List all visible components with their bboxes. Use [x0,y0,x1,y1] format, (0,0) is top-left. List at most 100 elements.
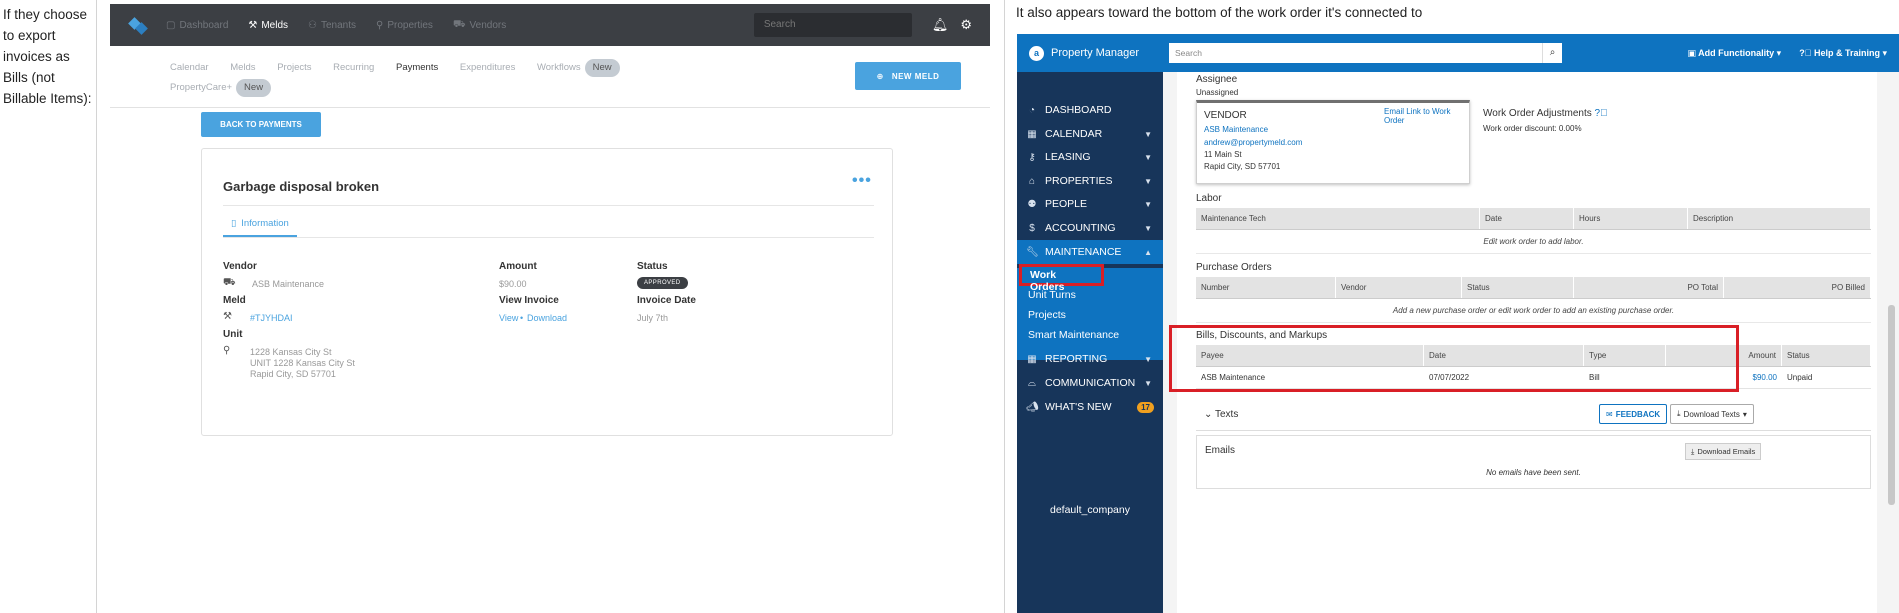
chevron-down-icon: ▼ [1144,152,1152,162]
vendor-name-link[interactable]: ASB Maintenance [1204,125,1268,134]
pm-search-input[interactable]: Search ⌕ [1169,43,1562,63]
po-heading: Purchase Orders [1196,262,1272,273]
vendor-email-link[interactable]: andrew@propertymeld.com [1204,138,1302,147]
info-icon[interactable]: ?⃝ [1595,108,1608,119]
person-icon: ⚇ [308,19,317,31]
gear-icon[interactable]: ⚙ [960,17,972,33]
pm-tools: ▣ Add Functionality ▾ ?⃝ Help & Training… [1687,48,1899,59]
highlight-annotation-box [1169,325,1739,392]
column-header: Status [1462,277,1574,298]
nav-dashboard[interactable]: ▢ Dashboard [166,19,228,32]
subnav-melds[interactable]: Melds [230,58,255,78]
nav-tenants[interactable]: ⚇ Tenants [308,19,356,32]
sidebar-people[interactable]: ⚉ PEOPLE ▼ [1017,192,1163,216]
sidebar-communication[interactable]: ⌓ COMMUNICATION ▼ [1017,371,1163,395]
back-to-payments-button[interactable]: BACK TO PAYMENTS [201,112,321,137]
amount-value: $90.00 [499,279,527,289]
subnav-recurring[interactable]: Recurring [333,58,374,78]
add-functionality-menu[interactable]: ▣ Add Functionality ▾ [1687,48,1781,59]
view-invoice-link[interactable]: View [499,312,518,324]
sidebar-maintenance[interactable]: 🔧︎ MAINTENANCE ▲ [1017,240,1163,264]
emails-empty-message: No emails have been sent. [1486,468,1581,477]
amount-label: Amount [499,261,537,272]
view-invoice-label: View Invoice [499,295,559,306]
sidebar-sub-projects[interactable]: Projects [1028,309,1066,321]
column-header: Hours [1574,208,1688,229]
pm-screenshot: a Property Manager Search ⌕ ▣ Add Function… [1017,34,1899,613]
feedback-button[interactable]: ✉ FEEDBACK [1599,404,1668,424]
appfolio-logo-icon: a [1029,45,1044,61]
po-empty-message: Add a new purchase order or edit work or… [1196,299,1871,323]
meld-sub-header: Calendar Melds Projects Recurring Paymen… [110,46,990,108]
tab-information[interactable]: ▯ Information [223,211,297,237]
pm-brand[interactable]: a Property Manager [1017,45,1163,61]
instruction-text: If they choose to export invoices as Bil… [3,7,92,106]
sidebar-sub-work-orders[interactable]: Work Orders [1019,264,1104,293]
help-training-menu[interactable]: ?⃝ Help & Training ▾ [1799,48,1887,59]
divider [223,205,874,206]
vendor-label: Vendor [223,261,257,272]
calendar-icon: ▦ [1027,128,1037,140]
emails-section: Emails ⤓ Download Emails No emails have b… [1196,435,1871,489]
sidebar-dashboard[interactable]: ◔ DASHBOARD [1017,98,1163,122]
more-options-icon[interactable]: ••• [852,172,872,190]
subnav-workflows[interactable]: Workflows [537,58,581,78]
company-name: default_company [1050,504,1130,516]
tools-icon: ⚒ [248,19,258,31]
scrollbar-thumb[interactable] [1888,305,1895,505]
invoice-card: Garbage disposal broken ••• ▯ Information… [201,148,893,436]
pin-icon: ⚲ [376,19,384,31]
subnav-propertycare[interactable]: PropertyCare+ [170,78,232,98]
meld-search-input[interactable]: Search [753,13,912,37]
sidebar-calendar[interactable]: ▦ CALENDAR ▼ [1017,122,1163,146]
chevron-down-icon: ⌄ [1204,409,1213,420]
scrollbar[interactable] [1887,74,1895,609]
download-invoice-link[interactable]: Download [527,312,567,324]
subnav-calendar[interactable]: Calendar [170,58,209,78]
column-header: Number [1196,277,1336,298]
chevron-up-icon: ▲ [1144,247,1152,257]
clipboard-icon: ▯ [231,217,237,229]
pm-sidebar: ◔ DASHBOARD ▦ CALENDAR ▼ ⚷ LEASING ▼ ⌂ PROPERT… [1017,72,1163,613]
column-divider [96,0,97,613]
vendor-address-1: 11 Main St [1204,150,1242,159]
sidebar-leasing[interactable]: ⚷ LEASING ▼ [1017,145,1163,169]
texts-toggle[interactable]: ⌄ Texts [1204,409,1238,420]
invoice-date-label: Invoice Date [637,295,696,306]
sidebar-whats-new[interactable]: 📣︎ WHAT'S NEW 17 [1017,395,1163,419]
email-link-work-order[interactable]: Email Link to Work Order [1384,107,1469,125]
search-icon[interactable]: ⌕ [1542,43,1562,63]
chevron-down-icon: ▼ [1144,129,1152,139]
table-header: Number Vendor Status PO Total PO Billed [1196,277,1871,299]
nav-vendors[interactable]: ⛟ Vendors [453,19,506,32]
sidebar-accounting[interactable]: $ ACCOUNTING ▼ [1017,216,1163,240]
pm-main: Assignee Unassigned VENDOR Email Link to… [1163,72,1899,613]
meld-link[interactable]: #TJYHDAI [250,312,293,324]
meld-logo[interactable] [128,15,148,35]
subnav-expenditures[interactable]: Expenditures [460,58,515,78]
bell-icon[interactable]: 🔔︎ [932,17,949,33]
sidebar-sub-unit-turns[interactable]: Unit Turns [1028,289,1076,301]
new-meld-button[interactable]: ⊕ NEW MELD [855,62,961,90]
chevron-down-icon: ▼ [1144,199,1152,209]
chevron-down-icon: ▼ [1144,354,1152,364]
download-emails-button[interactable]: ⤓ Download Emails [1685,443,1762,460]
subnav-projects[interactable]: Projects [277,58,311,78]
chevron-down-icon: ▼ [1144,176,1152,186]
store-icon: ▣ [1687,47,1696,58]
status-badge: APPROVED [637,277,688,289]
column-header: Maintenance Tech [1196,208,1480,229]
vendor-value: ASB Maintenance [252,279,325,289]
sidebar-properties[interactable]: ⌂ PROPERTIES ▼ [1017,169,1163,193]
download-texts-button[interactable]: ⤓ Download Texts ▾ [1670,404,1754,424]
nav-properties[interactable]: ⚲ Properties [376,19,433,32]
sidebar-sub-smart-maintenance[interactable]: Smart Maintenance [1028,329,1119,341]
vendor-box: VENDOR Email Link to Work Order ASB Main… [1196,100,1470,184]
sidebar-reporting[interactable]: ▦ REPORTING ▼ [1017,347,1163,371]
megaphone-icon: 📣︎ [1026,401,1039,413]
column-header: PO Billed [1724,277,1871,298]
subnav-payments[interactable]: Payments [396,58,438,78]
unit-label: Unit [223,329,243,340]
nav-melds[interactable]: ⚒ Melds [248,19,288,32]
table-icon: ▦ [1027,353,1037,365]
